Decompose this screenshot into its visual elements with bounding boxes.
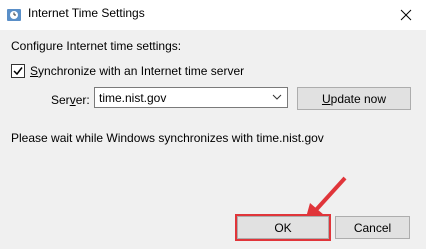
close-button[interactable]: [386, 0, 426, 30]
cancel-button[interactable]: Cancel: [335, 216, 410, 239]
update-now-button[interactable]: Update now: [297, 87, 411, 110]
sync-checkbox-label[interactable]: Synchronize with an Internet time server: [30, 64, 244, 78]
sync-option[interactable]: Synchronize with an Internet time server: [11, 64, 244, 78]
status-text: Please wait while Windows synchronizes w…: [11, 131, 324, 145]
close-icon: [400, 9, 412, 21]
ok-button[interactable]: OK: [235, 214, 331, 241]
clock-icon: [7, 9, 21, 21]
server-label: Server:: [51, 93, 90, 107]
sync-checkbox[interactable]: [11, 64, 25, 78]
chevron-down-icon[interactable]: [272, 94, 282, 100]
dialog-body: Configure Internet time settings: Synchr…: [0, 30, 426, 249]
server-value: time.nist.gov: [99, 91, 167, 105]
window-title: Internet Time Settings: [28, 6, 145, 20]
server-dropdown[interactable]: time.nist.gov: [94, 87, 288, 108]
dialog-heading: Configure Internet time settings:: [11, 39, 182, 53]
checkmark-icon: [13, 67, 23, 76]
title-bar: Internet Time Settings: [0, 0, 426, 30]
